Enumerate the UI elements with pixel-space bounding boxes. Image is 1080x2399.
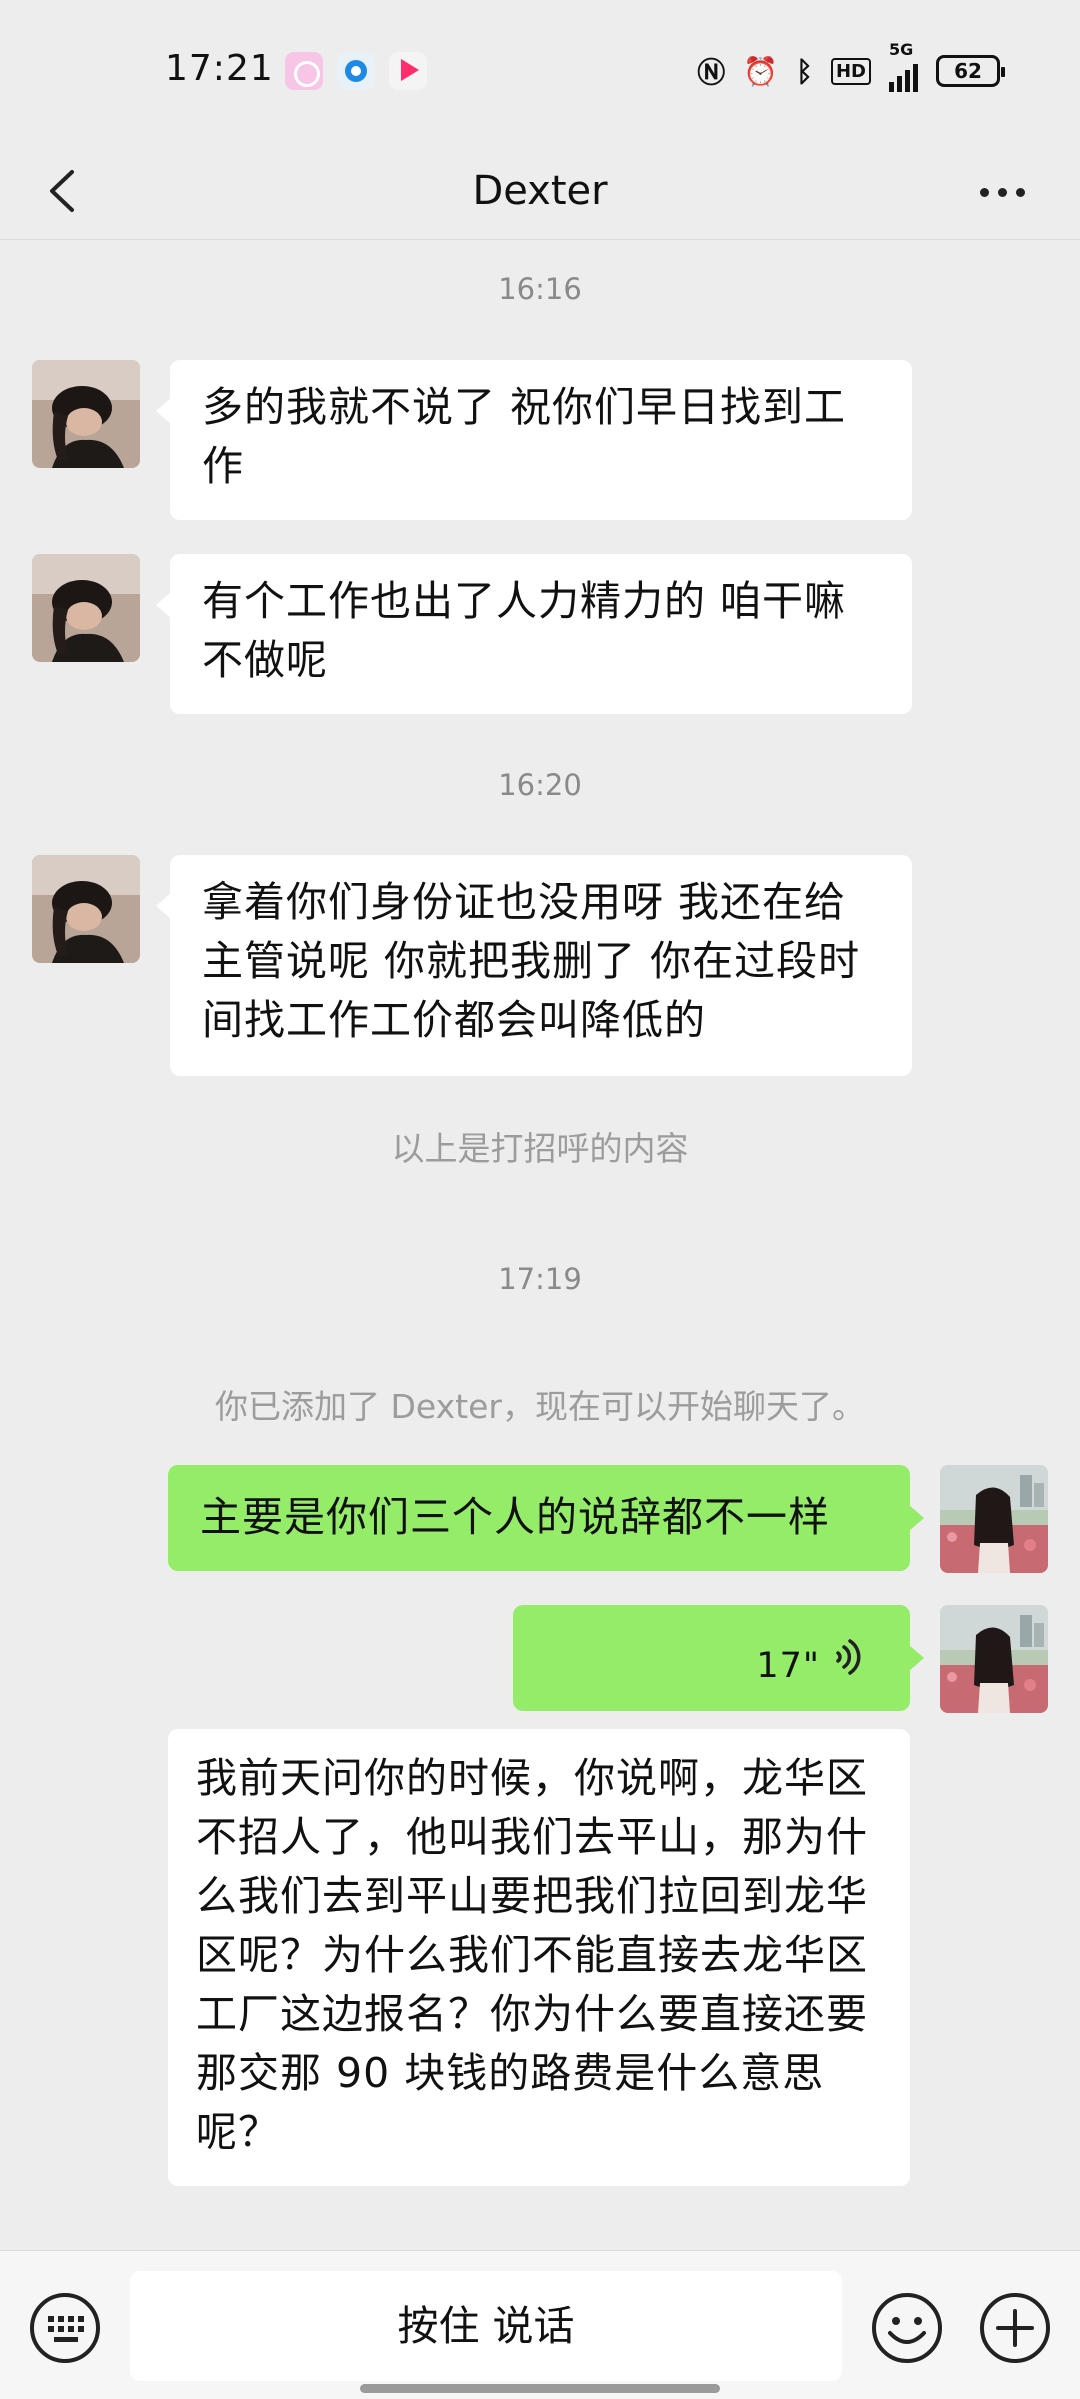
battery-icon: 62	[936, 55, 1005, 87]
battery-level: 62	[954, 59, 982, 83]
hold-to-talk-button[interactable]: 按住 说话	[130, 2271, 842, 2381]
voice-duration: 17"	[756, 1646, 820, 1686]
contact-avatar[interactable]	[32, 360, 140, 468]
keyboard-toggle-button[interactable]	[28, 2291, 102, 2365]
timestamp: 16:20	[498, 768, 582, 802]
contact-avatar[interactable]	[32, 855, 140, 963]
more-dot-icon	[979, 187, 989, 197]
nfc-icon: Ⓝ	[697, 56, 726, 89]
voice-wave-icon	[836, 1639, 861, 1675]
more-options-button[interactable]	[962, 170, 1042, 214]
plus-icon	[980, 2293, 1050, 2363]
hd-icon: HD	[830, 57, 871, 85]
youku-icon	[389, 52, 427, 90]
notification-icons	[285, 52, 427, 90]
transcription-text: 我前天问你的时候，你说啊，龙华区不招人了，他叫我们去平山，那为什么我们去到平山要…	[196, 1754, 868, 2156]
message-text: 主要是你们三个人的说辞都不一样	[200, 1493, 830, 1541]
photos-icon	[285, 52, 323, 90]
alarm-icon: ⏰	[743, 54, 779, 88]
voice-transcription[interactable]: 我前天问你的时候，你说啊，龙华区不招人了，他叫我们去平山，那为什么我们去到平山要…	[168, 1729, 910, 2186]
message-text: 多的我就不说了 祝你们早日找到工作	[202, 383, 847, 490]
chat-input-bar: 按住 说话	[0, 2250, 1080, 2399]
home-indicator[interactable]	[360, 2384, 720, 2393]
keyboard-icon	[30, 2293, 100, 2363]
message-text: 有个工作也出了人力精力的 咱干嘛不做呢	[202, 577, 847, 684]
emoji-icon	[872, 2293, 942, 2363]
signal-icon: 5G	[889, 40, 918, 92]
chat-header: Dexter	[0, 140, 1080, 240]
received-message[interactable]: 拿着你们身份证也没用呀 我还在给主管说呢 你就把我删了 你在过段时间找工作工价都…	[156, 855, 912, 1076]
greeting-note: 以上是打招呼的内容	[391, 1129, 689, 1168]
status-indicators: Ⓝ ⏰ ᛒ HD 5G 62	[697, 40, 1005, 92]
my-avatar[interactable]	[940, 1605, 1048, 1713]
more-functions-button[interactable]	[978, 2291, 1052, 2365]
sent-message[interactable]: 主要是你们三个人的说辞都不一样	[168, 1465, 924, 1571]
timestamp: 16:16	[498, 272, 582, 306]
network-type: 5G	[889, 40, 914, 59]
received-message[interactable]: 多的我就不说了 祝你们早日找到工作	[156, 360, 912, 520]
bluetooth-icon: ᛒ	[796, 54, 813, 88]
received-message[interactable]: 有个工作也出了人力精力的 咱干嘛不做呢	[156, 554, 912, 714]
status-bar: 17:21 Ⓝ ⏰ ᛒ HD 5G 62	[0, 0, 1080, 140]
emoji-button[interactable]	[870, 2291, 944, 2365]
contact-avatar[interactable]	[32, 554, 140, 662]
chat-title: Dexter	[472, 168, 608, 214]
browser-icon	[337, 52, 375, 90]
friend-added-note: 你已添加了 Dexter，现在可以开始聊天了。	[215, 1387, 865, 1426]
sent-voice-message[interactable]: 17"	[513, 1605, 924, 1711]
timestamp: 17:19	[498, 1262, 582, 1296]
message-text: 拿着你们身份证也没用呀 我还在给主管说呢 你就把我删了 你在过段时间找工作工价都…	[202, 878, 861, 1044]
status-time: 17:21	[165, 48, 274, 89]
my-avatar[interactable]	[940, 1465, 1048, 1573]
